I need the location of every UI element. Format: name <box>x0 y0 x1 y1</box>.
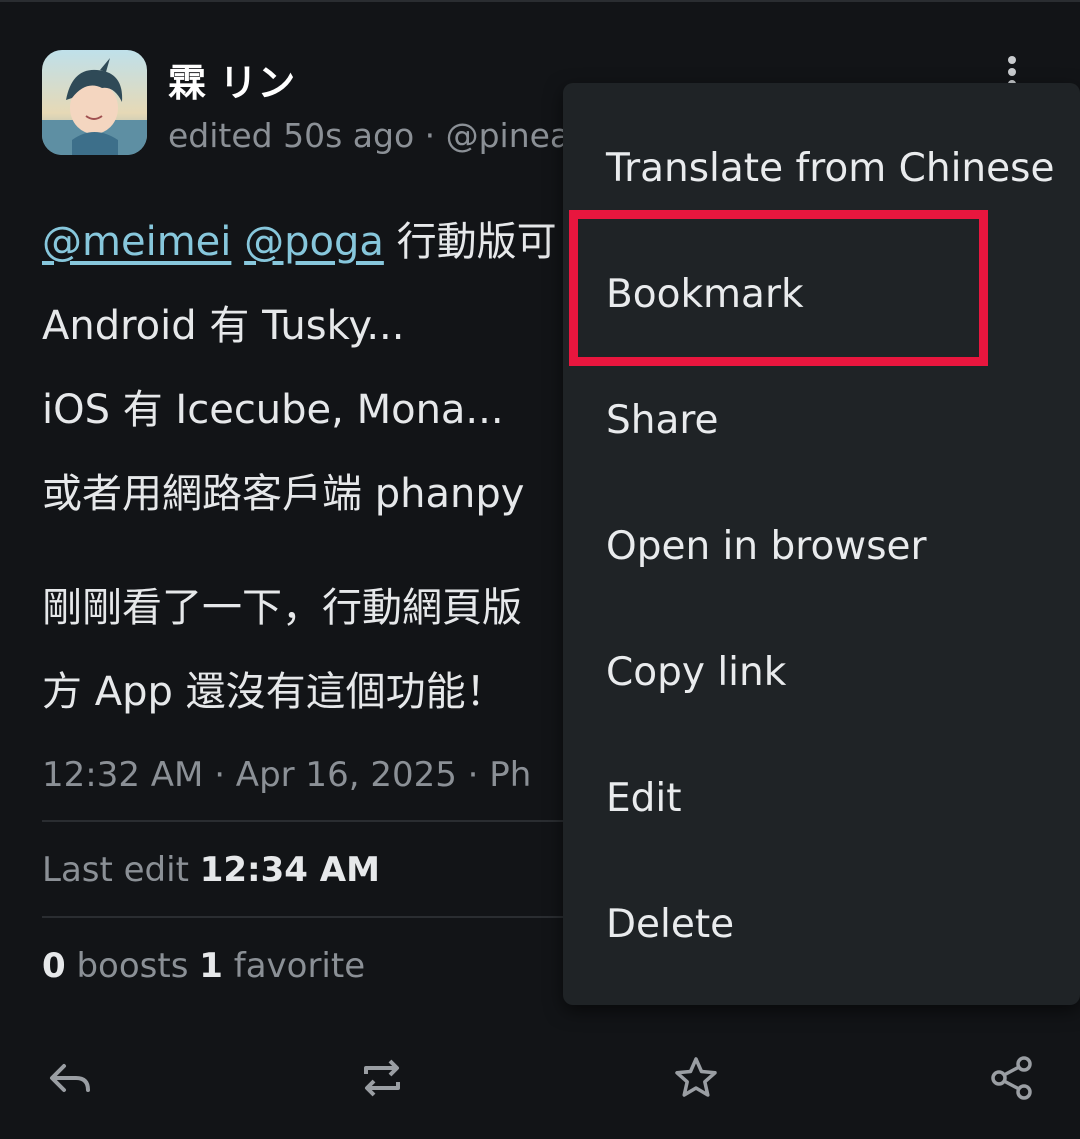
boost-icon[interactable] <box>356 1052 408 1104</box>
post-stats: 0 boosts 1 favorite <box>42 946 365 986</box>
share-icon[interactable] <box>986 1052 1038 1104</box>
mention-link[interactable]: @poga <box>244 219 384 265</box>
last-edit-label: Last edit <box>42 850 200 890</box>
display-name[interactable]: 霖 リン <box>168 52 295 107</box>
menu-item-copy-link[interactable]: Copy link <box>563 617 1080 727</box>
last-edit-time: 12:34 AM <box>199 850 380 890</box>
bookmark-highlight-box <box>569 210 988 366</box>
content-text: 行動版可 <box>396 219 557 265</box>
boosts-count[interactable]: 0 <box>42 946 66 986</box>
menu-item-translate[interactable]: Translate from Chinese <box>563 113 1080 223</box>
top-divider <box>0 0 1080 2</box>
menu-item-share[interactable]: Share <box>563 365 1080 475</box>
divider <box>42 820 602 822</box>
last-edit[interactable]: Last edit 12:34 AM <box>42 850 380 890</box>
menu-item-delete[interactable]: Delete <box>563 869 1080 979</box>
post-timestamp[interactable]: 12:32 AM · Apr 16, 2025 · Ph <box>42 755 531 795</box>
menu-item-open-in-browser[interactable]: Open in browser <box>563 491 1080 601</box>
reply-icon[interactable] <box>44 1052 96 1104</box>
menu-item-edit[interactable]: Edit <box>563 743 1080 853</box>
divider <box>42 916 602 918</box>
favorite-star-icon[interactable] <box>670 1052 722 1104</box>
boosts-label[interactable]: boosts <box>66 946 188 986</box>
avatar[interactable] <box>42 50 147 155</box>
post-detail-screen: 霖 リン edited 50s ago · @pinea @meimei @po… <box>0 0 1080 1139</box>
post-meta: edited 50s ago · @pinea <box>168 116 571 155</box>
favorites-count[interactable]: 1 <box>199 946 223 986</box>
mention-link[interactable]: @meimei <box>42 219 231 265</box>
favorites-label[interactable]: favorite <box>223 946 365 986</box>
